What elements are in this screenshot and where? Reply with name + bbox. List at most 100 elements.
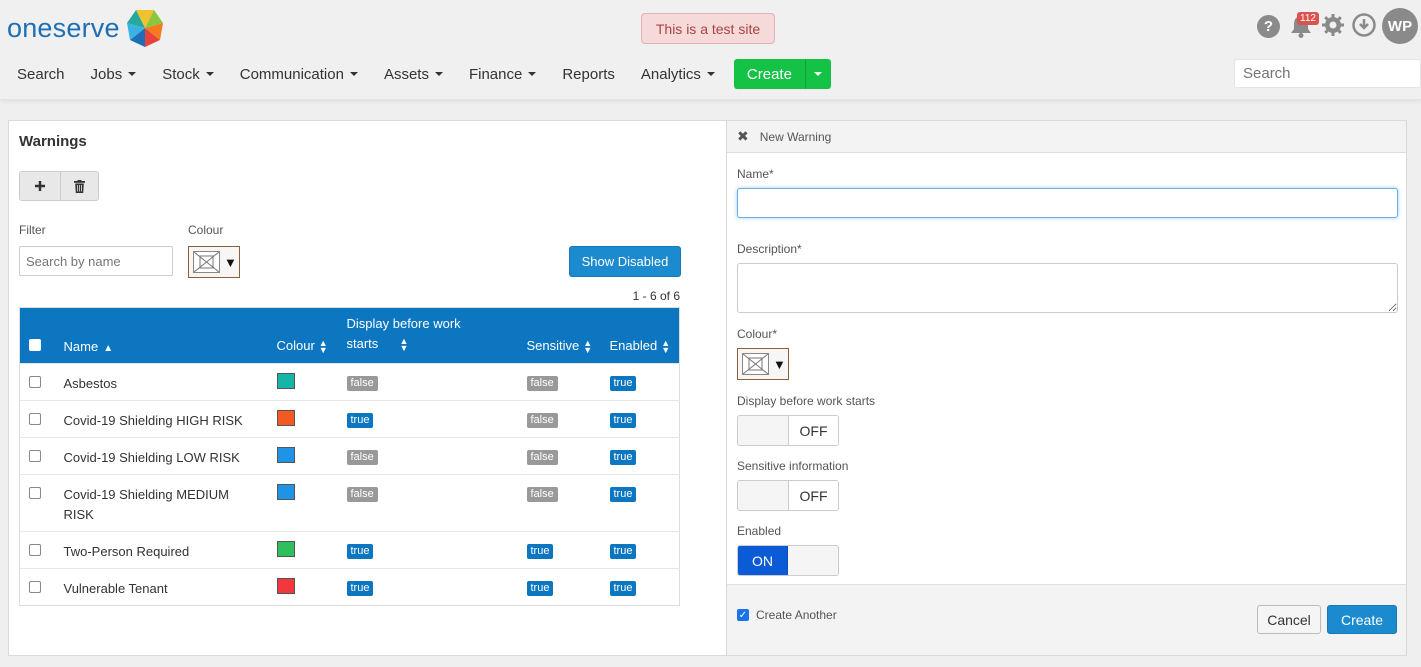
display-before-badge: true — [346, 581, 374, 596]
sensitive-badge: true — [526, 581, 554, 596]
pagination-summary: 1 - 6 of 6 — [632, 289, 680, 303]
filter-name-input[interactable] — [19, 246, 173, 276]
toggle-state: ON — [738, 546, 788, 575]
test-site-banner: This is a test site — [641, 13, 775, 44]
column-display-label: Display before work starts — [346, 316, 461, 351]
table-row[interactable]: Covid-19 Shielding LOW RISK false false … — [19, 437, 680, 475]
panel-title: New Warning — [759, 129, 832, 144]
create-button[interactable]: Create — [733, 59, 806, 89]
notifications-button[interactable]: 112 — [1288, 12, 1319, 39]
description-field[interactable] — [737, 263, 1398, 313]
colour-filter-label: Colour — [188, 223, 224, 237]
nav-finance[interactable]: Finance — [460, 66, 545, 83]
sensitive-badge: false — [526, 487, 558, 502]
warning-name: Covid-19 Shielding LOW RISK — [63, 450, 240, 465]
nav-communication[interactable]: Communication — [231, 66, 367, 83]
nav-stock[interactable]: Stock — [153, 66, 223, 83]
sort-icon: ▲ ▼ — [661, 338, 671, 355]
row-checkbox[interactable] — [29, 544, 41, 556]
row-checkbox[interactable] — [29, 581, 41, 593]
row-checkbox[interactable] — [29, 450, 41, 462]
column-colour-label: Colour — [276, 338, 315, 354]
download-button[interactable] — [1352, 12, 1376, 40]
colour-swatch — [276, 541, 295, 557]
chevron-down-icon — [128, 72, 137, 76]
list-actions — [19, 171, 99, 201]
create-another-checkbox[interactable]: ✓ — [737, 609, 749, 621]
nav-search-label: Search — [17, 65, 65, 83]
close-icon[interactable]: ✖ — [737, 128, 749, 145]
chevron-down-icon — [205, 72, 214, 76]
colour-filter-picker[interactable]: ▼ — [188, 246, 240, 278]
delete-warning-button[interactable] — [60, 172, 98, 200]
row-checkbox[interactable] — [29, 376, 41, 388]
row-checkbox[interactable] — [29, 413, 41, 425]
colour-swatch — [276, 578, 295, 594]
create-warning-button[interactable]: Create — [1327, 605, 1397, 634]
show-disabled-button[interactable]: Show Disabled — [569, 246, 681, 277]
enabled-toggle[interactable]: ON — [737, 545, 839, 576]
user-avatar[interactable]: WP — [1382, 8, 1418, 44]
create-dropdown-toggle[interactable] — [805, 59, 831, 89]
dropdown-arrow-icon: ▼ — [224, 254, 237, 270]
enabled-badge: true — [609, 413, 637, 428]
nav-assets[interactable]: Assets — [375, 66, 452, 83]
sort-icon: ▲ ▼ — [318, 338, 328, 355]
table-row[interactable]: Asbestos false false true — [19, 363, 680, 401]
warning-name: Vulnerable Tenant — [63, 581, 168, 596]
form-footer: ✓ Create Another Cancel Create — [727, 584, 1406, 655]
table-row[interactable]: Covid-19 Shielding MEDIUM RISK false fal… — [19, 474, 680, 532]
warnings-table: Name ▲ Colour ▲ ▼ Display before work start… — [19, 307, 680, 606]
create-another-option[interactable]: ✓ Create Another — [737, 608, 837, 622]
download-icon — [1352, 12, 1376, 37]
panel-header: ✖ New Warning — [727, 121, 1406, 153]
toggle-handle — [738, 481, 789, 510]
brand-logo[interactable]: oneserve — [7, 8, 164, 48]
nav-reports[interactable]: Reports — [553, 66, 624, 83]
warning-name: Two-Person Required — [63, 544, 190, 559]
nav-analytics[interactable]: Analytics — [632, 66, 724, 83]
column-header-enabled[interactable]: Enabled ▲ ▼ — [610, 308, 680, 364]
sort-icon: ▲ ▼ — [399, 335, 409, 353]
display-before-badge: false — [346, 450, 378, 465]
colour-swatch — [276, 484, 295, 500]
plus-icon — [35, 181, 45, 191]
table-row[interactable]: Vulnerable Tenant true true true — [19, 568, 680, 606]
column-header-colour[interactable]: Colour ▲ ▼ — [277, 308, 347, 364]
gear-icon — [1322, 13, 1344, 36]
create-another-label: Create Another — [756, 608, 837, 622]
sensitive-badge: false — [526, 376, 558, 391]
add-warning-button[interactable] — [20, 172, 60, 200]
warning-name: Covid-19 Shielding HIGH RISK — [63, 413, 243, 428]
nav-jobs-label: Jobs — [90, 65, 123, 83]
description-label: Description* — [737, 242, 802, 256]
sort-icon: ▲ ▼ — [583, 338, 593, 355]
name-field[interactable] — [737, 188, 1398, 218]
help-icon[interactable]: ? — [1257, 14, 1280, 38]
sort-ascending-icon: ▲ — [103, 343, 114, 354]
enabled-badge: true — [609, 544, 637, 559]
top-icons: ? 112 WP — [1257, 8, 1421, 44]
cancel-button[interactable]: Cancel — [1257, 605, 1321, 634]
row-checkbox[interactable] — [29, 487, 41, 499]
sensitive-toggle[interactable]: OFF — [737, 480, 839, 511]
table-row[interactable]: Covid-19 Shielding HIGH RISK true false … — [19, 400, 680, 438]
select-all-checkbox[interactable] — [29, 339, 41, 351]
display-before-badge: true — [346, 413, 374, 428]
page-title: Warnings — [19, 133, 87, 150]
display-before-label: Display before work starts — [737, 394, 876, 408]
colour-picker[interactable]: ▼ — [737, 348, 789, 380]
toggle-state: OFF — [789, 481, 838, 510]
warning-name: Covid-19 Shielding MEDIUM RISK — [63, 487, 229, 522]
column-header-sensitive[interactable]: Sensitive ▲ ▼ — [527, 308, 610, 364]
column-header-display-before[interactable]: Display before work starts ▲ ▼ — [347, 308, 527, 364]
header-search-input[interactable] — [1234, 59, 1421, 88]
settings-button[interactable] — [1321, 13, 1345, 40]
trash-icon — [74, 179, 85, 193]
colour-swatch — [276, 447, 295, 463]
nav-search[interactable]: Search — [8, 66, 74, 83]
column-header-name[interactable]: Name ▲ — [64, 308, 277, 364]
nav-jobs[interactable]: Jobs — [82, 66, 146, 83]
table-row[interactable]: Two-Person Required true true true — [19, 531, 680, 569]
display-before-toggle[interactable]: OFF — [737, 415, 839, 446]
